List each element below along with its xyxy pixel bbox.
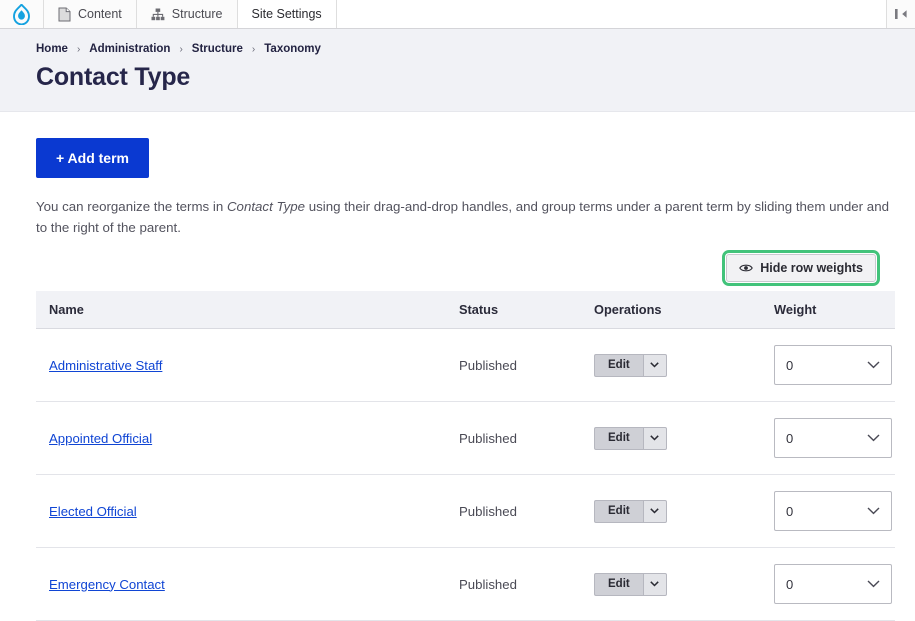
toolbar-tab-site-settings-label: Site Settings [252, 7, 322, 21]
weight-select-value: 0 [786, 504, 793, 519]
row-weights-toolbar: Hide row weights [36, 254, 895, 282]
term-name-link[interactable]: Administrative Staff [49, 358, 162, 373]
term-name-link[interactable]: Elected Official [49, 504, 137, 519]
edit-button[interactable]: Edit [594, 500, 643, 523]
help-text-emphasis: Contact Type [227, 199, 305, 214]
weight-select[interactable]: 0 [774, 418, 892, 458]
cell-name: Elected Official [36, 475, 446, 548]
eye-icon [739, 263, 753, 273]
weight-select-value: 0 [786, 358, 793, 373]
table-row: Elected Official Published Edit 0 [36, 475, 895, 548]
operations-split-button: Edit [594, 427, 667, 450]
toolbar-tab-content[interactable]: Content [44, 0, 137, 28]
cell-operations: Edit [581, 329, 761, 402]
main-content: + Add term You can reorganize the terms … [0, 112, 915, 621]
term-name-link[interactable]: Emergency Contact [49, 577, 165, 592]
breadcrumb-item-administration[interactable]: Administration [89, 43, 170, 55]
sitemap-icon [151, 8, 165, 21]
cell-name: Appointed Official [36, 402, 446, 475]
weight-select-value: 0 [786, 431, 793, 446]
cell-operations: Edit [581, 402, 761, 475]
term-name-link[interactable]: Appointed Official [49, 431, 152, 446]
breadcrumb: Home › Administration › Structure › Taxo… [36, 43, 915, 55]
admin-toolbar: Content Structure Site Settings [0, 0, 915, 29]
table-header: Name Status Operations Weight [36, 291, 895, 329]
cell-weight: 0 [761, 402, 895, 475]
chevron-down-icon [650, 581, 659, 587]
toolbar-tab-structure[interactable]: Structure [137, 0, 238, 28]
table-header-row: Name Status Operations Weight [36, 291, 895, 329]
operations-dropdown-toggle[interactable] [643, 427, 667, 450]
weight-select[interactable]: 0 [774, 491, 892, 531]
column-header-operations: Operations [581, 291, 761, 329]
chevron-down-icon [650, 435, 659, 441]
breadcrumb-item-home[interactable]: Home [36, 43, 68, 55]
cell-status: Published [446, 475, 581, 548]
cell-operations: Edit [581, 548, 761, 621]
chevron-down-icon [867, 507, 880, 515]
cell-weight: 0 [761, 475, 895, 548]
cell-name: Administrative Staff [36, 329, 446, 402]
cell-operations: Edit [581, 475, 761, 548]
toolbar-orientation-toggle[interactable] [887, 0, 915, 28]
cell-status: Published [446, 402, 581, 475]
breadcrumb-separator-icon: › [77, 44, 80, 55]
toolbar-tab-structure-label: Structure [172, 7, 223, 21]
cell-status: Published [446, 329, 581, 402]
chevron-down-icon [867, 434, 880, 442]
toolbar-tab-site-settings[interactable]: Site Settings [238, 0, 337, 28]
breadcrumb-separator-icon: › [179, 44, 182, 55]
toolbar-spacer [337, 0, 887, 28]
column-header-weight: Weight [761, 291, 895, 329]
operations-dropdown-toggle[interactable] [643, 500, 667, 523]
column-header-name: Name [36, 291, 446, 329]
chevron-down-icon [650, 362, 659, 368]
chevron-down-icon [867, 580, 880, 588]
toolbar-tab-content-label: Content [78, 7, 122, 21]
breadcrumb-item-taxonomy[interactable]: Taxonomy [264, 43, 321, 55]
add-term-button[interactable]: + Add term [36, 138, 149, 178]
edit-button[interactable]: Edit [594, 573, 643, 596]
page-header: Home › Administration › Structure › Taxo… [0, 29, 915, 112]
cell-weight: 0 [761, 548, 895, 621]
taxonomy-terms-table: Name Status Operations Weight Administra… [36, 291, 895, 621]
breadcrumb-item-structure[interactable]: Structure [192, 43, 243, 55]
table-body: Administrative Staff Published Edit 0 [36, 329, 895, 621]
operations-split-button: Edit [594, 354, 667, 377]
weight-select-value: 0 [786, 577, 793, 592]
help-text: You can reorganize the terms in Contact … [36, 196, 891, 238]
cell-status: Published [446, 548, 581, 621]
drupal-droplet-icon [13, 4, 30, 25]
file-icon [58, 7, 71, 22]
cell-name: Emergency Contact [36, 548, 446, 621]
operations-split-button: Edit [594, 573, 667, 596]
toolbar-orientation-icon [894, 8, 908, 20]
edit-button[interactable]: Edit [594, 354, 643, 377]
page-title: Contact Type [36, 63, 915, 92]
weight-select[interactable]: 0 [774, 345, 892, 385]
operations-dropdown-toggle[interactable] [643, 354, 667, 377]
help-text-part1: You can reorganize the terms in [36, 199, 227, 214]
operations-split-button: Edit [594, 500, 667, 523]
table-row: Emergency Contact Published Edit 0 [36, 548, 895, 621]
edit-button[interactable]: Edit [594, 427, 643, 450]
column-header-status: Status [446, 291, 581, 329]
table-row: Administrative Staff Published Edit 0 [36, 329, 895, 402]
cell-weight: 0 [761, 329, 895, 402]
chevron-down-icon [867, 361, 880, 369]
breadcrumb-separator-icon: › [252, 44, 255, 55]
table-row: Appointed Official Published Edit 0 [36, 402, 895, 475]
weight-select[interactable]: 0 [774, 564, 892, 604]
drupal-logo[interactable] [0, 0, 44, 28]
hide-row-weights-button[interactable]: Hide row weights [726, 254, 876, 282]
chevron-down-icon [650, 508, 659, 514]
hide-row-weights-label: Hide row weights [760, 261, 863, 275]
operations-dropdown-toggle[interactable] [643, 573, 667, 596]
